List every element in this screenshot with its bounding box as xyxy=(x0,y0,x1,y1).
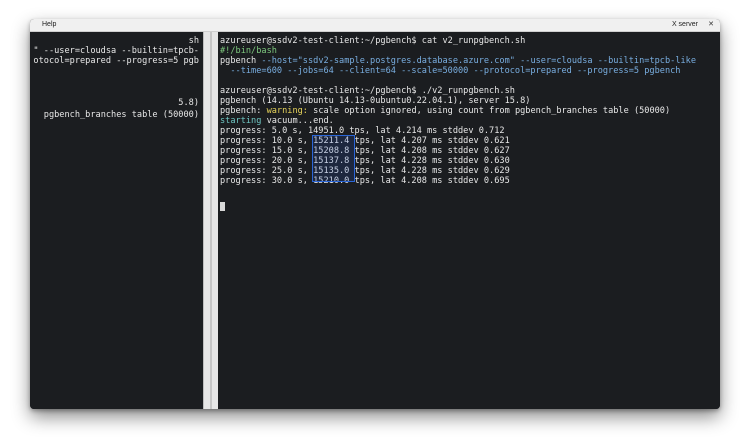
prompt-line: azureuser@ssdv2-test-client:~/pgbench$ c… xyxy=(220,36,526,46)
warning-line: pgbench: warning: scale option ignored, … xyxy=(220,106,670,116)
left-line: sh xyxy=(188,36,199,46)
menu-xserver[interactable]: X server xyxy=(672,21,698,28)
progress-line: progress: 10.0 s, 15211.4 tps, lat 4.207… xyxy=(220,136,510,146)
left-line: " --user=cloudsa --builtin=tpcb- xyxy=(33,46,199,56)
version-line: pgbench (14.13 (Ubuntu 14.13-0ubuntu0.22… xyxy=(220,96,531,106)
left-terminal-pane[interactable]: sh " --user=cloudsa --builtin=tpcb- otoc… xyxy=(30,32,203,409)
progress-line: progress: 15.0 s, 15208.8 tps, lat 4.208… xyxy=(220,146,510,156)
cmd-host: --host="ssdv2-sample.postgres.database.a… xyxy=(261,56,521,66)
command-line-continued: --time=600 --jobs=64 --client=64 --scale… xyxy=(220,66,681,76)
warning-prefix: pgbench: xyxy=(220,106,267,116)
terminal-window: Help X server ✕ sh " --user=cloudsa --bu… xyxy=(30,19,720,409)
progress-line: progress: 5.0 s, 14951.0 tps, lat 4.214 … xyxy=(220,126,505,136)
prompt-line: azureuser@ssdv2-test-client:~/pgbench$ .… xyxy=(220,86,515,96)
progress-line: progress: 20.0 s, 15137.8 tps, lat 4.228… xyxy=(220,156,510,166)
menubar: Help X server ✕ xyxy=(30,19,720,32)
menu-help[interactable]: Help xyxy=(42,21,56,28)
warning-word: warning: xyxy=(266,106,308,116)
progress-line: progress: 30.0 s, 15210.0 tps, lat 4.208… xyxy=(220,176,510,186)
tps-highlight-box xyxy=(312,135,355,182)
vacuum-word: starting xyxy=(220,116,262,126)
shebang-line: #!/bin/bash xyxy=(220,46,277,56)
terminal-cursor xyxy=(220,202,225,211)
cmd-part: pgbench xyxy=(220,56,262,66)
vacuum-text: vacuum...end. xyxy=(261,116,334,126)
vacuum-line: starting vacuum...end. xyxy=(220,116,334,126)
right-terminal-pane[interactable]: azureuser@ssdv2-test-client:~/pgbench$ c… xyxy=(218,32,720,409)
divider-grip[interactable] xyxy=(210,32,212,409)
left-line: 5.8) xyxy=(178,98,199,108)
cmd-builtin: --builtin=tpcb-like xyxy=(597,56,697,66)
cmd-user: --user=cloudsa xyxy=(520,56,598,66)
progress-line: progress: 25.0 s, 15135.0 tps, lat 4.228… xyxy=(220,166,510,176)
warning-text: scale option ignored, using count from p… xyxy=(307,106,671,116)
left-line: otocol=prepared --progress=5 pgb xyxy=(33,56,199,66)
close-icon[interactable]: ✕ xyxy=(708,20,714,28)
left-line: pgbench_branches table (50000) xyxy=(43,110,199,120)
command-line: pgbench --host="ssdv2-sample.postgres.da… xyxy=(220,56,696,66)
